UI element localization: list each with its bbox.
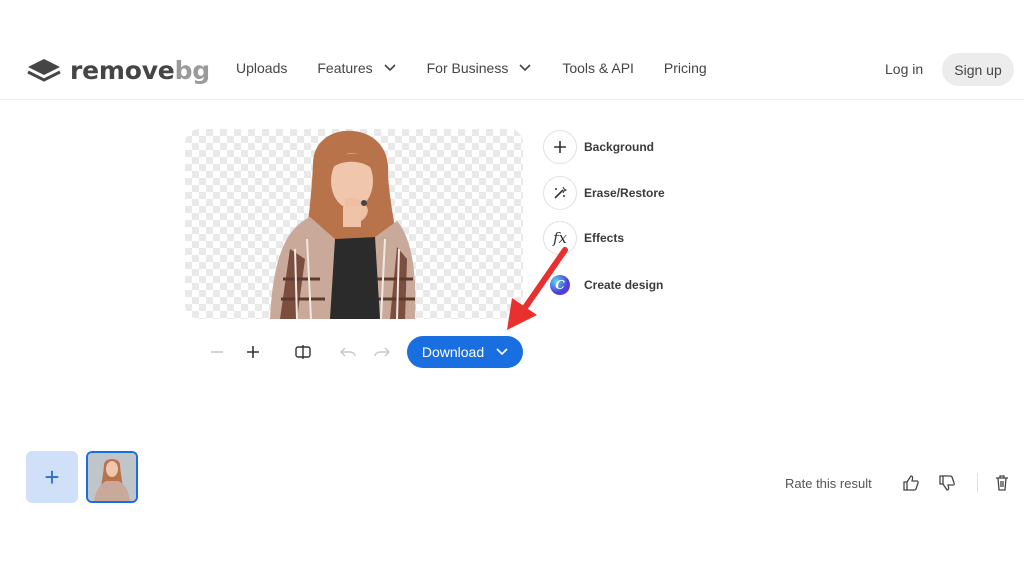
download-button[interactable]: Download bbox=[407, 336, 523, 368]
create-design-tool-label: Create design bbox=[584, 278, 664, 292]
thumbs-down-icon[interactable] bbox=[938, 474, 956, 492]
cutout-person-image bbox=[270, 130, 416, 319]
result-image-canvas[interactable] bbox=[185, 129, 523, 319]
erase-restore-tool[interactable]: Erase/Restore bbox=[543, 176, 665, 210]
background-tool-label: Background bbox=[584, 140, 655, 154]
logo-text-accent: bg bbox=[174, 55, 211, 85]
canva-logo-icon: C bbox=[543, 268, 577, 302]
image-thumbnail[interactable] bbox=[86, 451, 138, 503]
undo-icon bbox=[340, 347, 356, 357]
nav-pricing-label: Pricing bbox=[663, 60, 707, 76]
removebg-logo[interactable]: removebg bbox=[26, 54, 210, 86]
plus-icon bbox=[543, 130, 577, 164]
effects-tool-label: Effects bbox=[584, 231, 625, 245]
nav-features-label: Features bbox=[317, 60, 373, 76]
rate-result-label: Rate this result bbox=[785, 476, 872, 491]
nav-uploads-label: Uploads bbox=[236, 60, 288, 76]
nav-pricing[interactable]: Pricing bbox=[664, 60, 707, 76]
effects-tool[interactable]: fx Effects bbox=[543, 221, 624, 255]
nav-tools-api[interactable]: Tools & API bbox=[562, 60, 634, 76]
undo-button[interactable] bbox=[336, 340, 360, 364]
background-tool[interactable]: Background bbox=[543, 130, 654, 164]
top-navigation-bar: removebg Uploads Features For Business T… bbox=[0, 40, 1024, 100]
create-design-tool[interactable]: C Create design bbox=[543, 268, 663, 302]
logo-text-main: remove bbox=[70, 55, 175, 85]
fx-glyph: fx bbox=[552, 229, 567, 247]
thumbnail-person-image bbox=[88, 453, 136, 501]
add-image-button[interactable]: + bbox=[26, 451, 78, 503]
thumbs-up-icon[interactable] bbox=[902, 474, 920, 492]
minus-icon bbox=[211, 351, 223, 353]
login-link[interactable]: Log in bbox=[885, 61, 923, 77]
redo-button[interactable] bbox=[370, 340, 394, 364]
compare-icon bbox=[295, 345, 311, 359]
canva-glyph: C bbox=[550, 275, 570, 295]
zoom-out-button[interactable] bbox=[205, 340, 229, 364]
nav-features[interactable]: Features bbox=[317, 60, 396, 76]
zoom-in-button[interactable] bbox=[241, 340, 265, 364]
magic-brush-icon bbox=[543, 176, 577, 210]
chevron-down-icon bbox=[496, 348, 508, 356]
erase-restore-tool-label: Erase/Restore bbox=[584, 186, 665, 200]
signup-button[interactable]: Sign up bbox=[942, 53, 1014, 86]
nav-for-business[interactable]: For Business bbox=[427, 60, 533, 76]
download-label: Download bbox=[421, 344, 485, 360]
nav-for-business-label: For Business bbox=[426, 60, 509, 76]
fx-icon: fx bbox=[543, 221, 577, 255]
logo-wordmark: removebg bbox=[70, 56, 210, 85]
main-nav: Uploads Features For Business Tools & AP… bbox=[236, 60, 737, 76]
redo-icon bbox=[374, 347, 390, 357]
divider bbox=[977, 473, 978, 493]
chevron-down-icon bbox=[384, 64, 396, 72]
add-symbol: + bbox=[44, 461, 60, 492]
layers-logo-icon bbox=[27, 59, 61, 82]
nav-uploads[interactable]: Uploads bbox=[236, 60, 287, 76]
nav-tools-api-label: Tools & API bbox=[562, 60, 634, 76]
chevron-down-icon bbox=[519, 64, 531, 72]
compare-button[interactable] bbox=[291, 340, 315, 364]
trash-icon[interactable] bbox=[993, 474, 1011, 492]
plus-icon bbox=[247, 346, 259, 358]
